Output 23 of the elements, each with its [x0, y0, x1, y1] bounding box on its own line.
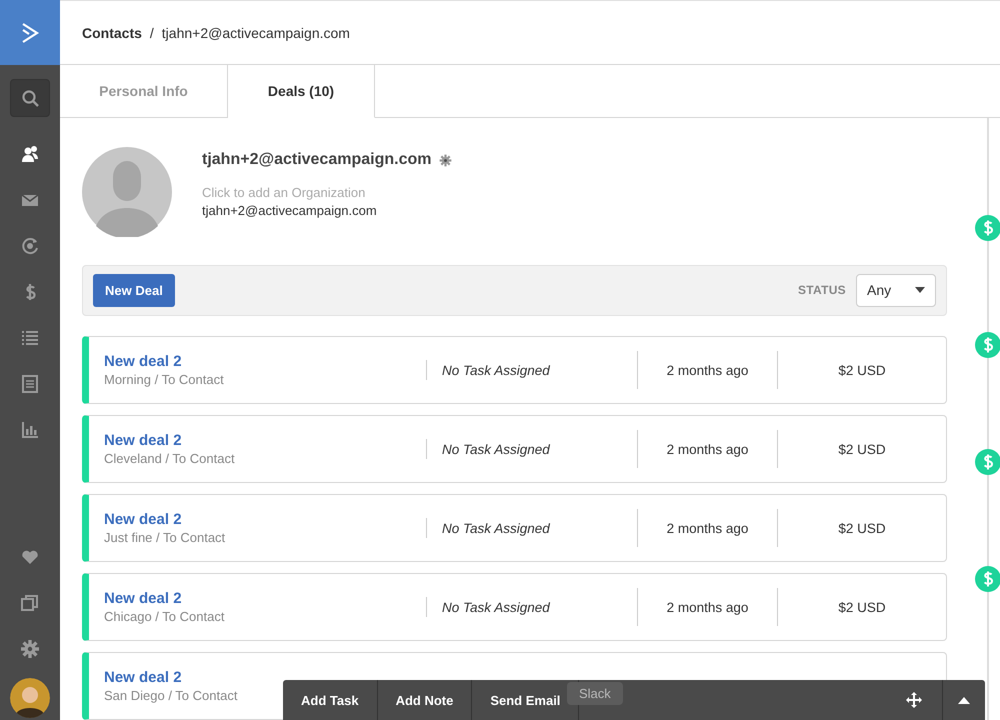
deal-time: 2 months ago [666, 362, 750, 378]
contact-email: tjahn+2@activecampaign.com [202, 203, 378, 218]
deal-task: No Task Assigned [441, 362, 551, 378]
deal-task: No Task Assigned [441, 442, 551, 456]
deal-subtitle: Morning / To Contact [104, 372, 224, 387]
deal-amount: $2 USD [837, 520, 887, 536]
deal-task: No Task Assigned [441, 600, 551, 614]
breadcrumb-current: tjahn+2@activecampaign.com [162, 24, 350, 40]
deal-amount: $2 USD [837, 600, 887, 614]
deal-time: 2 months ago [666, 442, 750, 456]
deal-subtitle: San Diego / To Contact [104, 688, 238, 703]
deal-time: 2 months ago [666, 600, 750, 614]
deal-subtitle: Cleveland / To Contact [104, 451, 235, 466]
deal-time: 2 months ago [666, 520, 750, 536]
breadcrumb-separator: / [150, 24, 154, 40]
status-label: STATUS [798, 283, 846, 298]
deal-amount: $2 USD [837, 442, 887, 456]
deal-task: No Task Assigned [441, 520, 551, 536]
deal-amount: $2 USD [837, 362, 887, 378]
deal-subtitle: Chicago / To Contact [104, 609, 224, 624]
deal-subtitle: Just fine / To Contact [104, 530, 226, 545]
contact-name: tjahn+2@activecampaign.com [202, 151, 432, 169]
tooltip: Slack [567, 682, 623, 705]
